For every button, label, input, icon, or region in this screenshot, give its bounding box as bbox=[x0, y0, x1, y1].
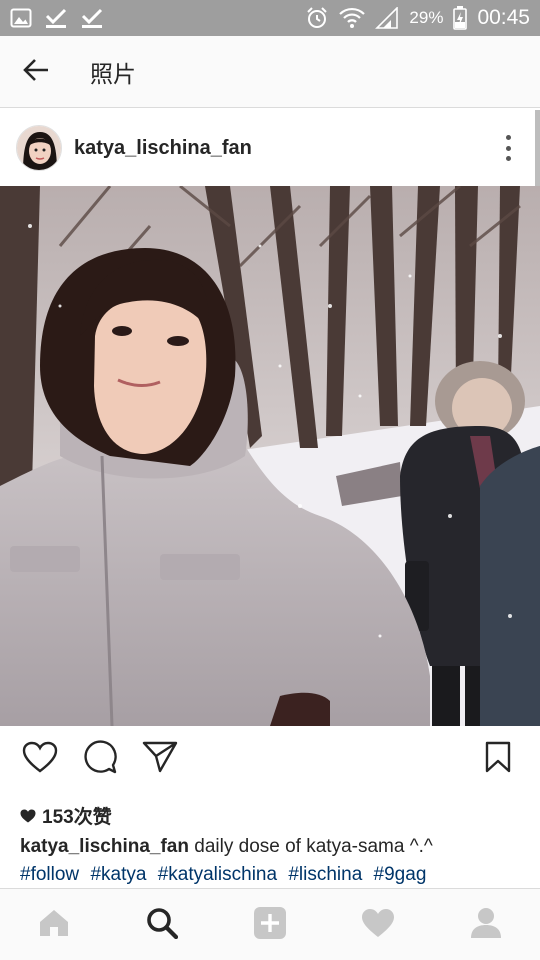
nav-profile[interactable] bbox=[456, 895, 516, 955]
search-icon bbox=[146, 907, 179, 943]
bookmark-icon bbox=[485, 741, 511, 777]
send-icon bbox=[142, 740, 178, 778]
hashtag-link[interactable]: #katya bbox=[90, 864, 146, 885]
battery-percent: 29% bbox=[409, 8, 444, 27]
heart-icon bbox=[20, 809, 36, 823]
image-notification-icon bbox=[10, 7, 32, 29]
arrow-left-icon bbox=[22, 56, 50, 88]
hashtag-link[interactable]: #lischina bbox=[288, 864, 362, 885]
battery-charging-icon bbox=[453, 6, 468, 30]
hashtag-link[interactable]: #katyalischina bbox=[158, 864, 277, 885]
add-icon bbox=[253, 906, 287, 944]
post-caption: katya_lischina_fan daily dose of katya-s… bbox=[20, 833, 520, 861]
nav-home[interactable] bbox=[24, 895, 84, 955]
caption-text: daily dose of katya-sama ^.^ bbox=[194, 836, 433, 857]
status-bar: 29% 00:45 bbox=[0, 0, 540, 36]
action-bar: 照片 bbox=[0, 36, 540, 108]
heart-icon bbox=[361, 908, 395, 942]
alarm-icon bbox=[305, 6, 329, 30]
home-icon bbox=[38, 908, 70, 942]
post-header: katya_lischina_fan bbox=[0, 110, 540, 186]
share-button[interactable] bbox=[140, 739, 180, 779]
like-button[interactable] bbox=[20, 739, 60, 779]
post-username[interactable]: katya_lischina_fan bbox=[74, 137, 252, 160]
post-actions bbox=[0, 726, 540, 792]
avatar[interactable] bbox=[16, 125, 62, 171]
nav-add[interactable] bbox=[240, 895, 300, 955]
check-icon bbox=[44, 7, 68, 29]
likes-label: 153次赞 bbox=[42, 807, 112, 828]
back-button[interactable] bbox=[0, 36, 72, 108]
bottom-nav bbox=[0, 888, 540, 960]
page-title: 照片 bbox=[90, 61, 136, 88]
comment-button[interactable] bbox=[80, 739, 120, 779]
heart-outline-icon bbox=[22, 741, 58, 777]
more-vertical-icon[interactable] bbox=[500, 132, 516, 164]
profile-icon bbox=[470, 907, 502, 943]
nav-activity[interactable] bbox=[348, 895, 408, 955]
hashtag-link[interactable]: #9gag bbox=[374, 864, 427, 885]
hashtags: #follow #katya #katyalischina #lischina … bbox=[20, 861, 530, 889]
clock: 00:45 bbox=[477, 6, 530, 29]
photo[interactable] bbox=[0, 186, 540, 726]
hashtag-link[interactable]: #follow bbox=[20, 864, 79, 885]
caption-username[interactable]: katya_lischina_fan bbox=[20, 836, 189, 857]
nav-search[interactable] bbox=[132, 895, 192, 955]
likes-count[interactable]: 153次赞 bbox=[20, 802, 112, 829]
signal-icon bbox=[375, 7, 399, 29]
comment-icon bbox=[83, 740, 117, 778]
check-icon bbox=[80, 7, 104, 29]
wifi-icon bbox=[339, 7, 366, 29]
bookmark-button[interactable] bbox=[478, 739, 518, 779]
